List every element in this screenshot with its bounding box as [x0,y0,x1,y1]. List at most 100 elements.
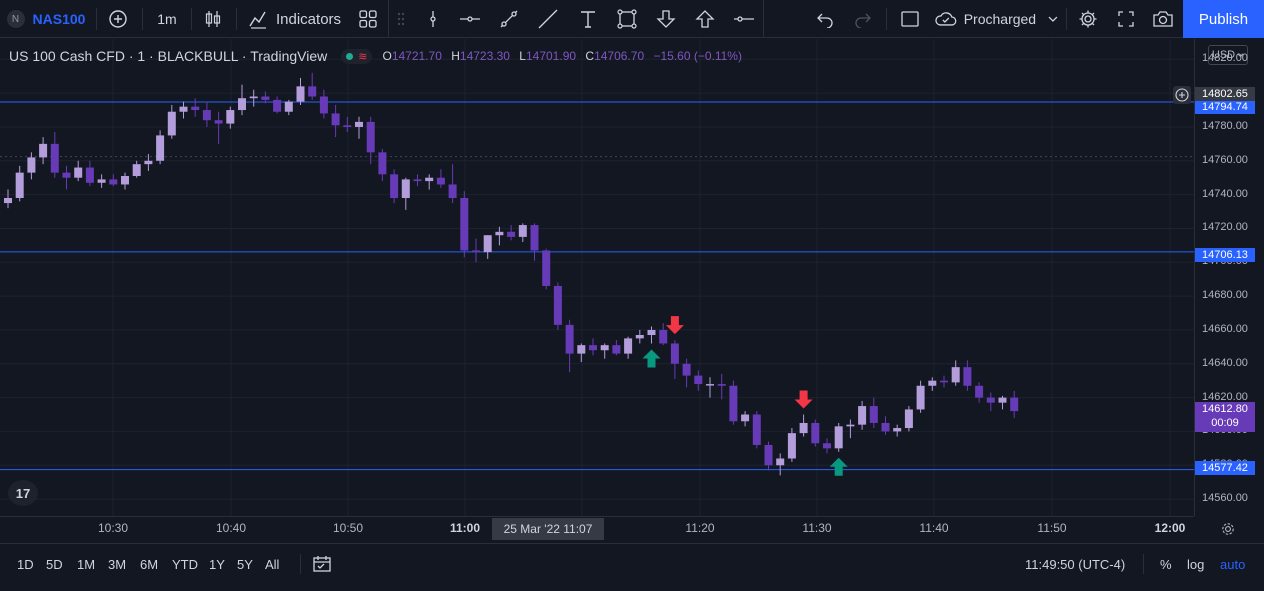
auto-scale-toggle[interactable]: auto [1220,544,1245,584]
candle[interactable] [869,397,878,429]
candle[interactable] [893,424,902,437]
horizontal-line-tool[interactable] [730,0,758,38]
candle[interactable] [378,148,387,182]
candle[interactable] [928,377,937,391]
candle[interactable] [1010,390,1019,418]
candle[interactable] [577,343,586,363]
candle[interactable] [846,419,855,439]
compare-symbol-button[interactable] [104,0,132,38]
drag-handle-icon[interactable] [393,0,409,38]
candle[interactable] [331,104,340,138]
trend-line-tool[interactable] [495,0,523,38]
candle[interactable] [284,99,293,116]
candle[interactable] [296,77,305,105]
candle[interactable] [448,164,457,204]
candle[interactable] [343,116,352,133]
axis-settings-button[interactable] [1219,520,1237,538]
tradingview-logo[interactable]: 17 [8,480,38,506]
candle[interactable] [202,101,211,127]
candle[interactable] [904,406,913,432]
candle[interactable] [401,177,410,210]
interval-button[interactable]: 1m [150,0,184,38]
layout-name-button[interactable]: Procharged [934,0,1058,38]
candle[interactable] [706,377,714,398]
candle[interactable] [518,223,527,242]
candle[interactable] [249,89,258,107]
undo-button[interactable] [812,0,838,38]
add-alert-button[interactable] [1173,86,1191,104]
candle[interactable] [823,438,831,454]
candle[interactable] [97,174,106,188]
candle[interactable] [600,343,609,359]
candle[interactable] [390,169,399,204]
range-button-all[interactable]: All [265,544,279,584]
candle[interactable] [834,422,843,452]
candle[interactable] [85,160,94,187]
candle[interactable] [132,160,141,178]
candle[interactable] [413,174,422,187]
candle[interactable] [460,191,469,258]
candle[interactable] [472,238,480,263]
settings-button[interactable] [1074,0,1102,38]
chart-pane[interactable] [0,39,1194,516]
arrow-down-tool[interactable] [652,0,680,38]
candle[interactable] [764,441,773,471]
rectangle-tool[interactable] [613,0,641,38]
clock-timezone-button[interactable]: 11:49:50 (UTC-4) [1025,544,1125,584]
candle[interactable] [717,373,726,400]
candle[interactable] [39,137,48,165]
log-scale-toggle[interactable]: log [1187,544,1204,584]
redo-button[interactable] [850,0,876,38]
candle[interactable] [308,72,317,100]
candle[interactable] [940,375,948,388]
range-button-1m[interactable]: 1M [77,544,95,584]
arrow-up-tool[interactable] [691,0,719,38]
candle[interactable] [238,84,246,116]
candle[interactable] [4,189,12,209]
candle[interactable] [50,132,59,178]
candle[interactable] [191,98,200,117]
symbol-search-button[interactable]: N NAS100 [6,0,86,38]
candle[interactable] [74,160,83,182]
snapshot-button[interactable] [1149,0,1177,38]
candle[interactable] [366,116,375,165]
go-to-date-button[interactable] [312,544,332,584]
candle[interactable] [495,226,504,246]
range-button-ytd[interactable]: YTD [172,544,198,584]
candle[interactable] [998,395,1007,410]
range-button-5d[interactable]: 5D [46,544,63,584]
candle[interactable] [355,116,363,139]
candle[interactable] [589,338,597,356]
ray-tool[interactable] [534,0,562,38]
layout-select-button[interactable] [897,0,923,38]
candle[interactable] [273,96,282,114]
candle[interactable] [565,319,574,373]
candle[interactable] [542,248,551,290]
candle[interactable] [776,453,785,476]
range-button-1d[interactable]: 1D [17,544,34,584]
candle[interactable] [425,174,434,190]
candle[interactable] [799,414,808,437]
candle[interactable] [167,104,176,139]
candle[interactable] [647,326,656,344]
candle[interactable] [507,225,516,241]
candle[interactable] [694,370,703,391]
candle[interactable] [436,169,445,188]
candle[interactable] [659,323,668,346]
candle[interactable] [319,89,328,119]
candle[interactable] [624,336,633,359]
candle[interactable] [858,400,867,430]
horizontal-ray-tool[interactable] [456,0,484,38]
candle[interactable] [483,235,492,259]
candle[interactable] [612,340,621,356]
publish-button[interactable]: Publish [1183,0,1264,38]
vertical-line-tool[interactable] [419,0,447,38]
candle[interactable] [109,174,118,187]
candle[interactable] [27,152,36,180]
text-tool[interactable] [574,0,602,38]
candle[interactable] [752,411,761,449]
range-button-6m[interactable]: 6M [140,544,158,584]
candle[interactable] [226,106,235,129]
candlestick-chart[interactable] [0,39,1194,516]
candle[interactable] [811,419,820,447]
